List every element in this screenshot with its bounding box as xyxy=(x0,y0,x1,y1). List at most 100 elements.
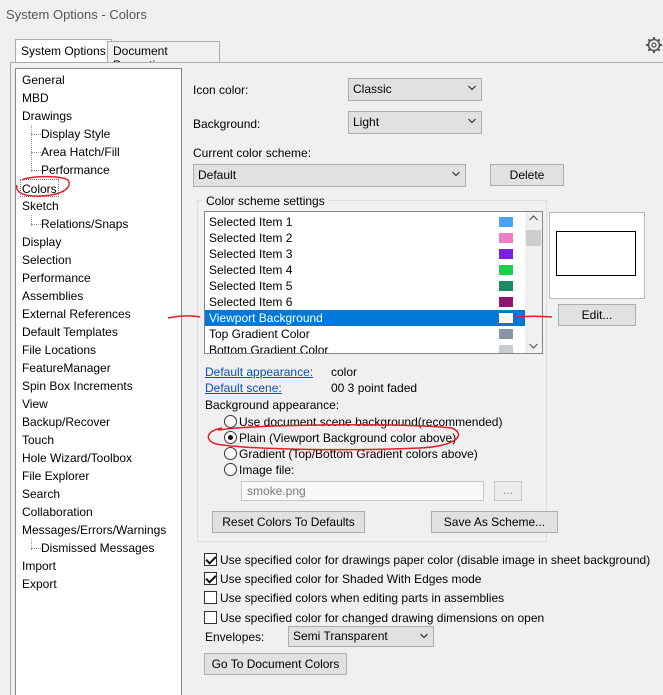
chevron-up-icon[interactable] xyxy=(529,215,538,221)
edit-button[interactable]: Edit... xyxy=(558,304,636,326)
tree-item-dismissed-messages[interactable]: Dismissed Messages xyxy=(41,539,154,557)
tree-item-featuremanager[interactable]: FeatureManager xyxy=(22,359,111,377)
icon-color-value: Classic xyxy=(353,82,392,96)
color-preview-swatch xyxy=(556,231,636,276)
tree-item-drawings[interactable]: Drawings xyxy=(22,107,72,125)
image-file-input[interactable]: smoke.png xyxy=(241,481,484,501)
chevron-down-icon xyxy=(452,171,460,177)
tree-item-messages-errors-warnings[interactable]: Messages/Errors/Warnings xyxy=(22,521,166,539)
tab-document-properties[interactable]: Document Properties xyxy=(107,41,220,72)
tree-item-general[interactable]: General xyxy=(22,71,65,89)
tree-item-display-style[interactable]: Display Style xyxy=(41,125,110,143)
list-item-selected-item-1[interactable]: Selected Item 1 xyxy=(205,214,527,230)
default-scene-link[interactable]: Default scene: xyxy=(205,381,282,395)
tree-item-area-hatch-fill[interactable]: Area Hatch/Fill xyxy=(41,143,120,161)
color-swatch xyxy=(499,249,513,259)
color-swatch xyxy=(499,329,513,339)
tree-item-sketch[interactable]: Sketch xyxy=(22,197,59,215)
background-label: Background: xyxy=(193,117,261,131)
current-scheme-label: Current color scheme: xyxy=(193,146,312,160)
tree-item-mbd[interactable]: MBD xyxy=(22,89,49,107)
list-item-selected-item-5[interactable]: Selected Item 5 xyxy=(205,278,527,294)
checkbox-drawings-paper-color-label: Use specified color for drawings paper c… xyxy=(220,553,651,567)
checkbox-drawings-paper-color[interactable] xyxy=(204,553,217,566)
checkbox-shaded-with-edges[interactable] xyxy=(204,572,217,585)
color-swatch xyxy=(499,281,513,291)
delete-button[interactable]: Delete xyxy=(490,164,564,186)
list-item-selected-item-2[interactable]: Selected Item 2 xyxy=(205,230,527,246)
background-select[interactable]: Light xyxy=(348,111,482,134)
list-item-label: Selected Item 4 xyxy=(209,263,293,277)
list-item-top-gradient-color[interactable]: Top Gradient Color xyxy=(205,326,527,342)
tree-item-selection[interactable]: Selection xyxy=(22,251,71,269)
list-item-bottom-gradient-color[interactable]: Bottom Gradient Color xyxy=(205,342,527,353)
checkbox-shaded-with-edges-label: Use specified color for Shaded With Edge… xyxy=(220,572,482,586)
tree-item-spin-box-increments[interactable]: Spin Box Increments xyxy=(22,377,133,395)
background-value: Light xyxy=(353,115,380,129)
color-swatch xyxy=(499,233,513,243)
tree-item-assemblies[interactable]: Assemblies xyxy=(22,287,83,305)
scrollbar-thumb[interactable] xyxy=(526,230,541,246)
chevron-down-icon xyxy=(420,633,428,639)
save-as-scheme-button[interactable]: Save As Scheme... xyxy=(431,511,558,533)
tree-item-default-templates[interactable]: Default Templates xyxy=(22,323,118,341)
tree-item-collaboration[interactable]: Collaboration xyxy=(22,503,93,521)
list-item-label: Selected Item 1 xyxy=(209,215,293,229)
color-scheme-select[interactable]: Default xyxy=(193,164,466,187)
tree-item-search[interactable]: Search xyxy=(22,485,60,503)
tree-item-view[interactable]: View xyxy=(22,395,48,413)
chevron-down-icon xyxy=(468,118,476,124)
tab-system-options[interactable]: System Options xyxy=(15,39,112,63)
tree-item-performance[interactable]: Performance xyxy=(22,269,91,287)
radio-plain-label: Plain (Viewport Background color above) xyxy=(239,431,457,445)
radio-plain[interactable] xyxy=(224,431,237,444)
icon-color-select[interactable]: Classic xyxy=(348,78,482,101)
checkbox-editing-parts-label: Use specified colors when editing parts … xyxy=(220,591,505,605)
browse-button[interactable]: ... xyxy=(494,481,522,501)
default-appearance-link[interactable]: Default appearance: xyxy=(205,365,313,379)
reset-colors-button[interactable]: Reset Colors To Defaults xyxy=(212,511,365,533)
window-title: System Options - Colors xyxy=(6,7,147,22)
list-item-selected-item-4[interactable]: Selected Item 4 xyxy=(205,262,527,278)
tree-item-backup-recover[interactable]: Backup/Recover xyxy=(22,413,110,431)
tree-item-file-explorer[interactable]: File Explorer xyxy=(22,467,89,485)
tree-item-export[interactable]: Export xyxy=(22,575,57,593)
gear-icon[interactable] xyxy=(645,36,663,54)
list-item-label: Top Gradient Color xyxy=(209,327,310,341)
checkbox-changed-dimensions[interactable] xyxy=(204,611,217,624)
tree-item-drawings-performance[interactable]: Performance xyxy=(41,161,110,179)
list-item-label: Selected Item 2 xyxy=(209,231,293,245)
radio-document-scene[interactable] xyxy=(224,415,237,428)
go-to-document-colors-button[interactable]: Go To Document Colors xyxy=(204,653,347,675)
checkbox-changed-dimensions-label: Use specified color for changed drawing … xyxy=(220,611,545,625)
list-item-label: Viewport Background xyxy=(209,311,323,325)
list-item-viewport-background[interactable]: Viewport Background xyxy=(205,310,527,326)
envelopes-label: Envelopes: xyxy=(205,630,265,644)
chevron-down-icon[interactable] xyxy=(529,343,538,349)
options-tree: General MBD Drawings Display Style Area … xyxy=(15,68,182,695)
list-item-label: Selected Item 3 xyxy=(209,247,293,261)
tree-item-external-references[interactable]: External References xyxy=(22,305,131,323)
list-item-selected-item-3[interactable]: Selected Item 3 xyxy=(205,246,527,262)
radio-image-file-label: Image file: xyxy=(239,463,295,477)
radio-gradient[interactable] xyxy=(224,447,237,460)
list-item-selected-item-6[interactable]: Selected Item 6 xyxy=(205,294,527,310)
radio-image-file[interactable] xyxy=(224,463,237,476)
envelopes-select[interactable]: Semi Transparent xyxy=(288,626,434,647)
list-item-label: Selected Item 6 xyxy=(209,295,293,309)
tree-item-touch[interactable]: Touch xyxy=(22,431,54,449)
list-item-label: Selected Item 5 xyxy=(209,279,293,293)
radio-document-scene-label: Use document scene background(recommende… xyxy=(239,415,503,429)
tree-item-display[interactable]: Display xyxy=(22,233,61,251)
envelopes-value: Semi Transparent xyxy=(293,629,388,643)
tree-item-relations-snaps[interactable]: Relations/Snaps xyxy=(41,215,128,233)
checkbox-editing-parts[interactable] xyxy=(204,591,217,604)
default-scene-value: 00 3 point faded xyxy=(331,381,418,395)
color-scheme-list[interactable]: Selected Item 1 Selected Item 2 Selected… xyxy=(204,211,543,354)
radio-gradient-label: Gradient (Top/Bottom Gradient colors abo… xyxy=(239,447,478,461)
color-swatch xyxy=(499,345,513,353)
tree-item-file-locations[interactable]: File Locations xyxy=(22,341,96,359)
tree-item-colors[interactable]: Colors xyxy=(20,179,59,197)
tree-item-hole-wizard-toolbox[interactable]: Hole Wizard/Toolbox xyxy=(22,449,132,467)
tree-item-import[interactable]: Import xyxy=(22,557,56,575)
